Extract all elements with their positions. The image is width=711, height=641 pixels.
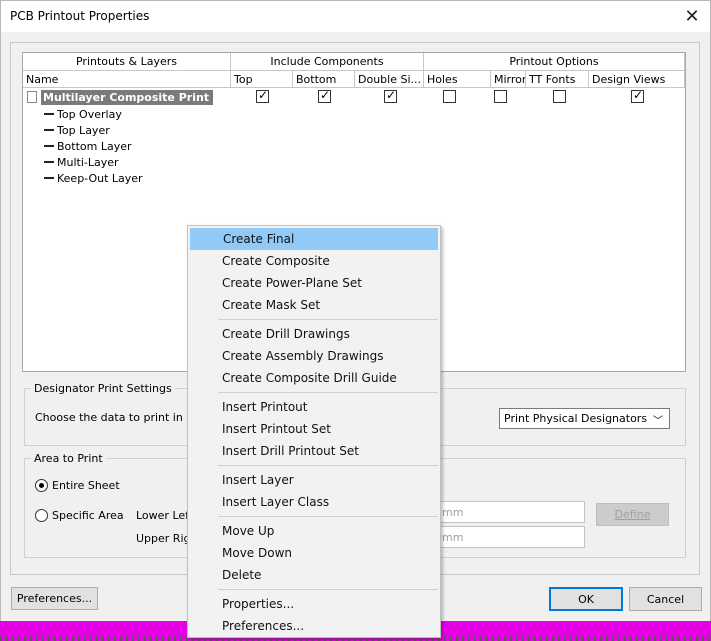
- printout-row[interactable]: Multilayer Composite Print: [23, 88, 685, 105]
- designator-select[interactable]: Print Physical Designators ﹀: [499, 408, 670, 429]
- menu-delete[interactable]: Delete: [190, 564, 438, 586]
- tt-fonts-checkbox[interactable]: [553, 90, 566, 103]
- menu-separator: [218, 392, 438, 393]
- printout-name: Multilayer Composite Print: [41, 89, 214, 105]
- context-menu: Create Final Create Composite Create Pow…: [187, 225, 441, 638]
- layer-name: Top Overlay: [57, 107, 122, 121]
- lower-left-field[interactable]: 0mm: [431, 501, 585, 523]
- menu-create-power-plane-set[interactable]: Create Power-Plane Set: [190, 272, 438, 294]
- upper-right-label: Upper Rig: [136, 532, 191, 545]
- menu-create-mask-set[interactable]: Create Mask Set: [190, 294, 438, 316]
- col-name[interactable]: Name: [23, 71, 231, 88]
- entire-sheet-label: Entire Sheet: [52, 479, 120, 492]
- layer-name: Top Layer: [57, 123, 110, 137]
- specific-area-label: Specific Area: [52, 509, 124, 522]
- col-tt-fonts[interactable]: TT Fonts: [526, 71, 589, 88]
- layer-icon: [44, 113, 54, 115]
- header-printouts-layers: Printouts & Layers: [23, 53, 231, 71]
- menu-create-composite[interactable]: Create Composite: [190, 250, 438, 272]
- menu-insert-layer-class[interactable]: Insert Layer Class: [190, 491, 438, 513]
- close-icon[interactable]: ✕: [678, 3, 706, 29]
- design-views-checkbox[interactable]: [631, 88, 644, 103]
- layer-row[interactable]: Multi-Layer: [23, 154, 685, 170]
- entire-sheet-radio[interactable]: [35, 479, 48, 492]
- menu-move-down[interactable]: Move Down: [190, 542, 438, 564]
- layer-row[interactable]: Top Overlay: [23, 106, 685, 122]
- menu-properties[interactable]: Properties...: [190, 593, 438, 615]
- designator-label: Choose the data to print in co: [35, 411, 200, 424]
- menu-insert-printout-set[interactable]: Insert Printout Set: [190, 418, 438, 440]
- bottom-checkbox[interactable]: [318, 88, 331, 103]
- layer-row[interactable]: Keep-Out Layer: [23, 170, 685, 186]
- designator-group-title: Designator Print Settings: [31, 382, 175, 395]
- lower-left-label: Lower Left: [136, 509, 194, 522]
- layer-name: Multi-Layer: [57, 155, 119, 169]
- upper-right-field[interactable]: 0mm: [431, 526, 585, 548]
- define-button[interactable]: Define: [596, 503, 669, 526]
- preferences-button[interactable]: Preferences...: [11, 587, 98, 610]
- menu-insert-drill-printout-set[interactable]: Insert Drill Printout Set: [190, 440, 438, 462]
- area-group-title: Area to Print: [31, 452, 106, 465]
- menu-create-composite-drill-guide[interactable]: Create Composite Drill Guide: [190, 367, 438, 389]
- window-title: PCB Printout Properties: [10, 9, 150, 23]
- document-icon: [27, 91, 37, 103]
- printout-name-cell[interactable]: Multilayer Composite Print: [25, 89, 214, 105]
- header-include-components: Include Components: [231, 53, 424, 71]
- menu-preferences[interactable]: Preferences...: [190, 615, 438, 637]
- layer-name: Keep-Out Layer: [57, 171, 143, 185]
- cancel-button[interactable]: Cancel: [629, 587, 702, 611]
- menu-separator: [218, 516, 438, 517]
- layer-icon: [44, 177, 54, 179]
- title-bar: PCB Printout Properties ✕: [1, 1, 710, 32]
- header-printout-options: Printout Options: [424, 53, 685, 71]
- top-checkbox[interactable]: [256, 88, 269, 103]
- menu-move-up[interactable]: Move Up: [190, 520, 438, 542]
- menu-create-drill-drawings[interactable]: Create Drill Drawings: [190, 323, 438, 345]
- menu-insert-printout[interactable]: Insert Printout: [190, 396, 438, 418]
- col-mirror[interactable]: Mirror: [491, 71, 526, 88]
- mirror-checkbox[interactable]: [494, 90, 507, 103]
- menu-separator: [218, 465, 438, 466]
- menu-separator: [218, 589, 438, 590]
- ok-button[interactable]: OK: [549, 587, 623, 611]
- menu-insert-layer[interactable]: Insert Layer: [190, 469, 438, 491]
- chevron-down-icon: ﹀: [653, 416, 663, 427]
- layer-row[interactable]: Bottom Layer: [23, 138, 685, 154]
- holes-checkbox[interactable]: [443, 90, 456, 103]
- col-design-views[interactable]: Design Views: [589, 71, 685, 88]
- menu-separator: [218, 319, 438, 320]
- layer-icon: [44, 145, 54, 147]
- layer-row[interactable]: Top Layer: [23, 122, 685, 138]
- col-bottom[interactable]: Bottom: [293, 71, 355, 88]
- specific-area-radio[interactable]: [35, 509, 48, 522]
- layer-icon: [44, 161, 54, 163]
- col-top[interactable]: Top: [231, 71, 293, 88]
- col-holes[interactable]: Holes: [424, 71, 491, 88]
- designator-selected-value: Print Physical Designators: [504, 412, 648, 425]
- menu-create-final[interactable]: Create Final: [190, 228, 438, 250]
- layer-icon: [44, 129, 54, 131]
- double-sided-checkbox[interactable]: [384, 88, 397, 103]
- layer-name: Bottom Layer: [57, 139, 132, 153]
- col-double-sided[interactable]: Double Si...: [355, 71, 424, 88]
- menu-create-assembly-drawings[interactable]: Create Assembly Drawings: [190, 345, 438, 367]
